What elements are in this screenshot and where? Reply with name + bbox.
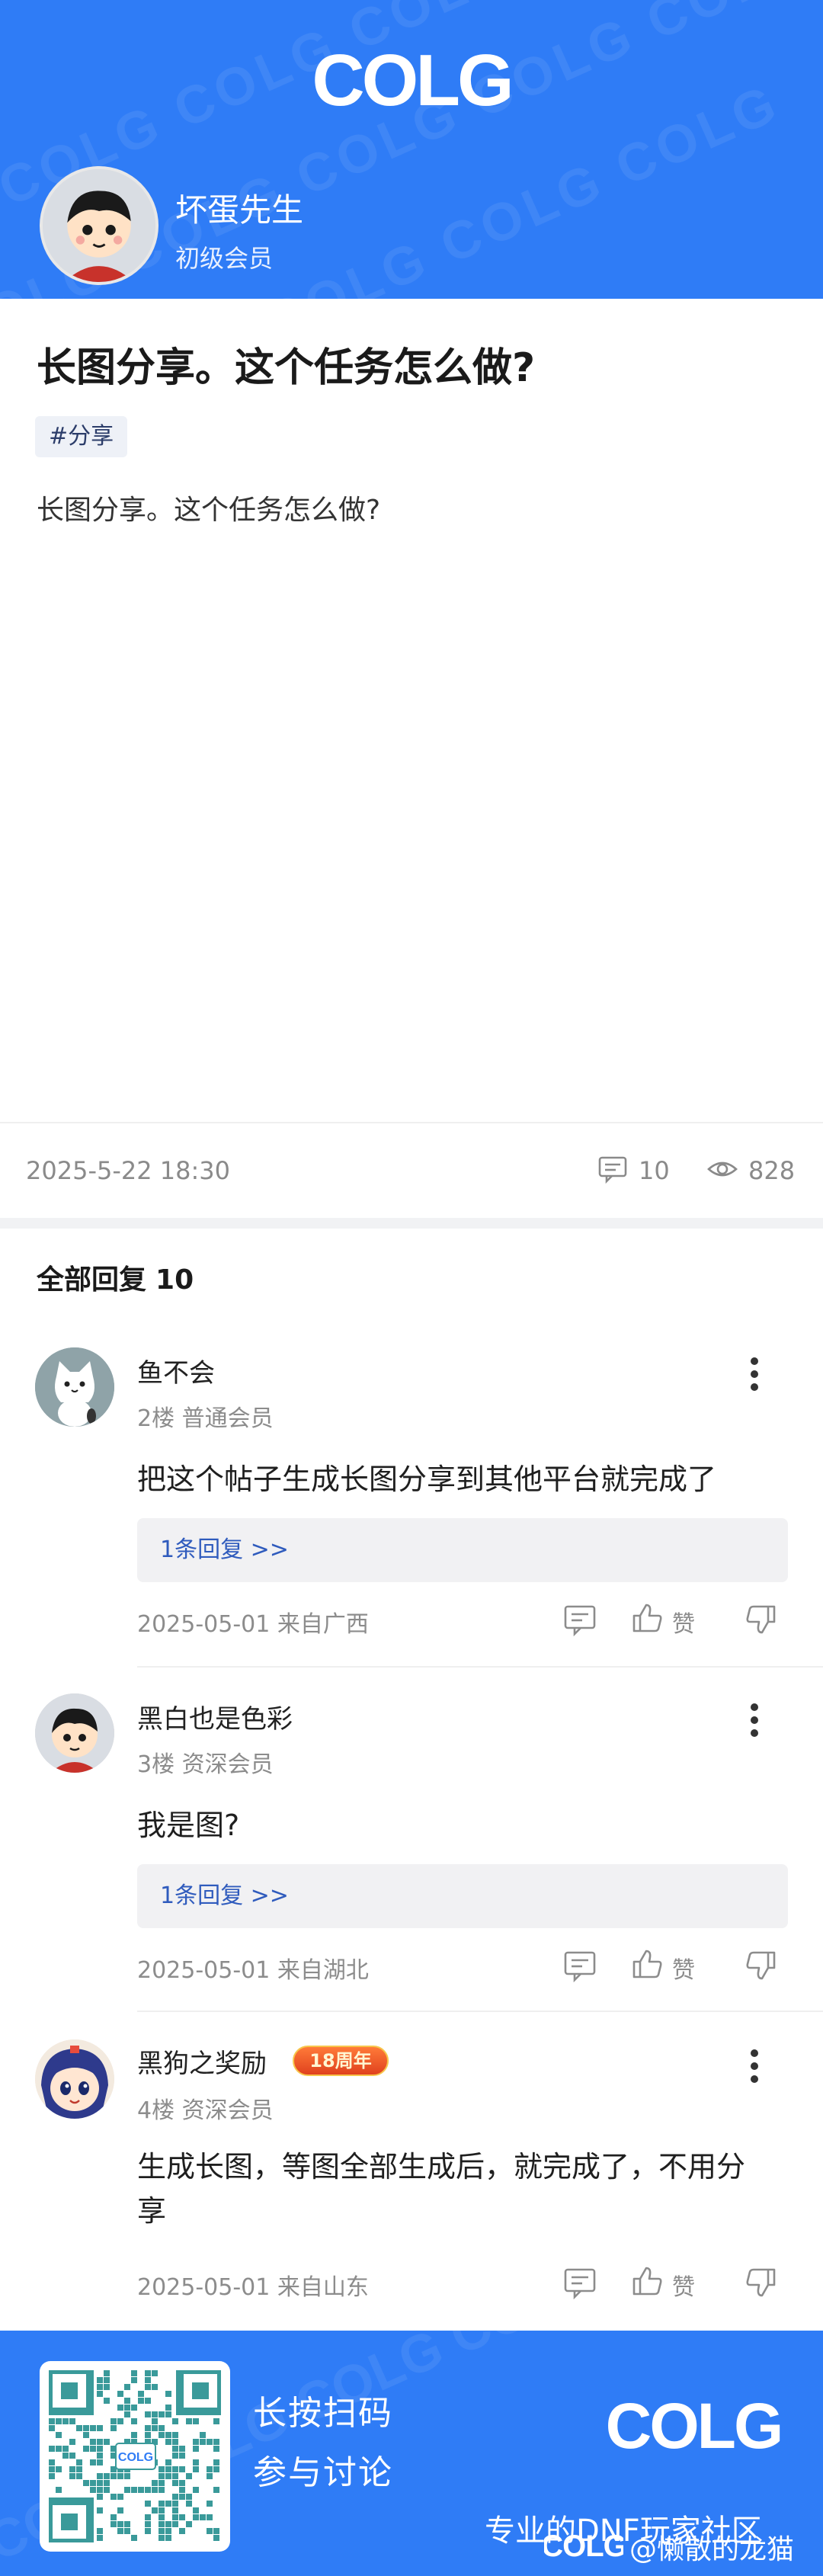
reply-divider: [137, 2010, 823, 2012]
header-banner: COLG COLG COLG COLG COLG COLG COLG COLG …: [0, 0, 823, 299]
section-gap: [0, 1218, 823, 1229]
qr-code[interactable]: COLG: [40, 2361, 230, 2552]
like-label[interactable]: 赞: [672, 1605, 695, 1639]
reply-comment-icon[interactable]: [562, 1602, 597, 1637]
dislike-icon[interactable]: [744, 2265, 779, 2300]
sub-replies-link[interactable]: 1条回复 >>: [137, 1864, 788, 1928]
svg-text:COLG: COLG: [118, 2451, 153, 2464]
post-title: 长图分享。这个任务怎么做?: [37, 345, 536, 391]
post-tag[interactable]: #分享: [35, 416, 128, 457]
reply-floor: 2楼 普通会员: [137, 1405, 274, 1432]
reply-avatar[interactable]: [35, 1347, 114, 1427]
replies-count: 10: [155, 1264, 194, 1296]
svg-text:COLG: COLG: [606, 2395, 782, 2457]
reply-text: 我是图?: [137, 1809, 240, 1842]
more-icon[interactable]: [750, 1357, 759, 1392]
author-name[interactable]: 坏蛋先生: [175, 184, 303, 231]
divider: [0, 1122, 823, 1123]
reply-date: 2025-05-01 来自广西: [137, 1611, 369, 1638]
reply-comment-icon[interactable]: [562, 1948, 597, 1983]
credit-logo: COLG: [544, 2530, 623, 2561]
anniversary-badge: 18周年: [293, 2046, 389, 2076]
reply-date: 2025-05-01 来自山东: [137, 2274, 369, 2301]
svg-text:COLG: COLG: [544, 2530, 623, 2561]
colg-logo: COLG: [312, 46, 514, 116]
view-count: 828: [748, 1156, 796, 1185]
post-date: 2025-5-22 18:30: [26, 1156, 230, 1185]
reply-author[interactable]: 黑白也是色彩: [137, 1698, 293, 1735]
reply-comment-icon[interactable]: [562, 2265, 597, 2300]
reply-avatar[interactable]: [35, 2039, 114, 2119]
like-label[interactable]: 赞: [672, 1951, 695, 1985]
comment-count: 10: [639, 1156, 670, 1185]
dislike-icon[interactable]: [744, 1948, 779, 1983]
sub-replies-link[interactable]: 1条回复 >>: [137, 1518, 788, 1582]
reply-text: 生成长图，等图全部生成后，就完成了，不用分享: [137, 2150, 746, 2228]
comment-icon[interactable]: [597, 1154, 628, 1184]
like-icon[interactable]: [629, 1946, 664, 1982]
author-level: 初级会员: [175, 244, 274, 273]
like-label[interactable]: 赞: [672, 2268, 695, 2302]
reply-divider: [137, 1666, 823, 1668]
reply-author[interactable]: 黑狗之奖励: [137, 2043, 267, 2080]
author-avatar[interactable]: [40, 166, 159, 285]
footer-credit: @懒散的龙猫: [629, 2534, 795, 2565]
reply-date: 2025-05-01 来自湖北: [137, 1957, 369, 1984]
replies-label: 全部回复: [37, 1264, 147, 1296]
dislike-icon[interactable]: [744, 1602, 779, 1637]
more-icon[interactable]: [750, 2049, 759, 2084]
svg-text:COLG: COLG: [312, 46, 511, 116]
colg-footer-logo: COLG: [606, 2395, 784, 2457]
scan-prompt-line2: 参与讨论: [253, 2453, 393, 2492]
reply-text: 把这个帖子生成长图分享到其他平台就完成了: [137, 1463, 717, 1496]
more-icon[interactable]: [750, 1703, 759, 1738]
reply-floor: 4楼 资深会员: [137, 2097, 274, 2124]
reply-avatar[interactable]: [35, 1693, 114, 1773]
eye-icon: [707, 1161, 738, 1177]
reply-floor: 3楼 资深会员: [137, 1751, 274, 1778]
scan-prompt-line1: 长按扫码: [253, 2394, 393, 2433]
reply-author[interactable]: 鱼不会: [137, 1352, 215, 1389]
replies-header: 全部回复 10: [37, 1258, 194, 1297]
post-body: 长图分享。这个任务怎么做?: [37, 495, 381, 526]
like-icon[interactable]: [629, 1600, 664, 1636]
like-icon[interactable]: [629, 2264, 664, 2299]
